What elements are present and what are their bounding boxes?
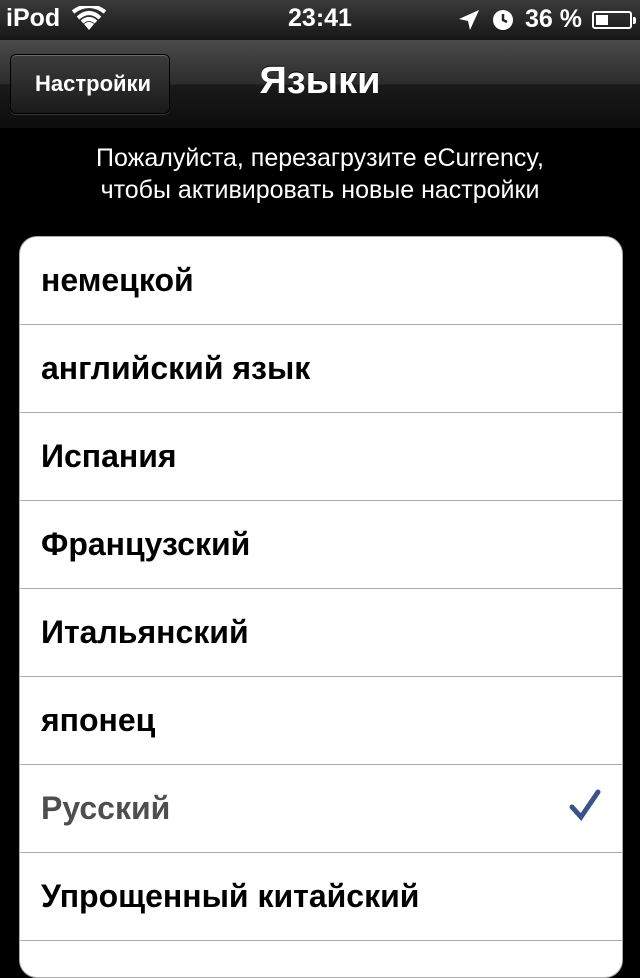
navigation-bar: Настройки Языки — [0, 40, 640, 129]
checkmark-icon — [569, 789, 601, 822]
notice-line-2: чтобы активировать новые настройки — [100, 176, 540, 204]
language-label: английский язык — [41, 350, 311, 386]
battery-fill — [596, 14, 608, 25]
location-arrow-icon — [459, 9, 480, 30]
page-title: Языки — [259, 60, 381, 102]
language-label: Русский — [41, 790, 171, 826]
language-row[interactable]: Русский — [20, 765, 622, 853]
language-label: немецкой — [41, 262, 194, 298]
alarm-clock-icon — [493, 9, 514, 30]
language-row[interactable]: Французский — [20, 501, 622, 589]
status-bar-right: 36 % — [447, 5, 636, 34]
language-row[interactable]: Испания — [20, 413, 622, 501]
language-label: Упрощенный китайский — [41, 878, 420, 914]
language-label: Испания — [41, 438, 177, 474]
language-row[interactable]: немецкой — [20, 237, 622, 325]
language-label: Итальянский — [41, 614, 249, 650]
language-row[interactable]: английский язык — [20, 325, 622, 413]
language-row[interactable]: Упрощенный китайский — [20, 853, 622, 941]
language-row[interactable]: японец — [20, 677, 622, 765]
battery-icon — [592, 10, 636, 29]
language-list: немецкой английский язык Испания Французски… — [19, 236, 623, 978]
status-bar: iPod 23:41 36 % — [0, 0, 640, 40]
restart-notice: Пожалуйста, перезагрузите eCurrency, что… — [0, 142, 640, 206]
language-label: Французский — [41, 526, 251, 562]
notice-line-1: Пожалуйста, перезагрузите eCurrency, — [96, 144, 544, 172]
language-row[interactable]: Итальянский — [20, 589, 622, 677]
battery-percent: 36 % — [525, 5, 582, 33]
language-label: японец — [41, 702, 156, 738]
